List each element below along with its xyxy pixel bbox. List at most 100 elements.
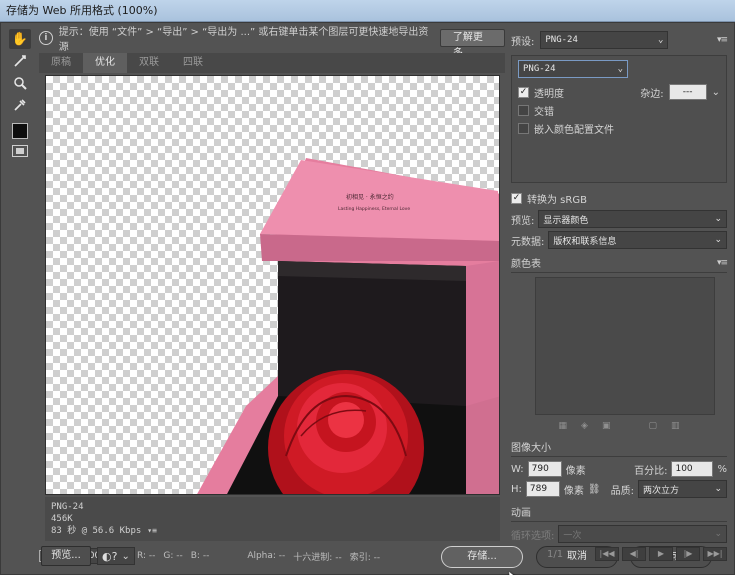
tool-strip: ✋ [9,27,35,177]
link-icon[interactable]: ⛓ [588,484,601,495]
info-format: PNG-24 [51,502,84,512]
tab-4-up[interactable]: 四联 [171,53,215,73]
preview-color-row: 预览: 显示器颜色 ⌄ [511,210,727,228]
quality-label: 品质: [610,485,634,497]
matte-label: 杂边: [640,88,664,100]
gift-box-rose-image: 初相见 · 永恒之约 Lasting Happiness, Eternal Lo… [197,158,499,494]
chevron-down-icon: ⌄ [657,35,664,45]
loop-value: 一次 [563,530,582,541]
toggle-slices-icon[interactable] [12,145,28,157]
eyedropper-icon[interactable] [9,95,31,115]
chevron-down-icon: ⌄ [714,484,722,494]
hand-icon[interactable]: ✋ [9,29,31,49]
color-table-title: 颜色表 [511,259,541,270]
status-hex: 十六进制: -- [293,552,342,563]
mouse-cursor [504,569,520,575]
eyedropper-color-swatch[interactable] [12,123,28,139]
trash-icon[interactable]: ▥ [671,421,680,431]
chevron-down-icon[interactable]: ⌄ [712,87,720,98]
box-sub-text: Lasting Happiness, Eternal Love [338,206,410,212]
metadata-select[interactable]: 版权和联系信息 ⌄ [548,231,727,249]
status-g: G: -- [163,551,183,561]
chevron-down-icon: ⌄ [617,64,623,74]
height-input[interactable]: 789 [525,481,560,497]
animation-header: 动画 [511,504,727,522]
info-size: 456K [51,514,73,524]
download-speed-menu-icon[interactable]: ▾≡ [147,525,157,537]
metadata-row: 元数据: 版权和联系信息 ⌄ [511,231,727,249]
new-color-icon[interactable]: ▢ [648,421,657,431]
height-unit: 像素 [563,485,584,497]
format-value: PNG-24 [523,64,556,74]
loop-row: 循环选项: 一次 ⌄ [511,525,727,543]
tab-optimized[interactable]: 优化 [83,53,127,73]
transparency-label: 透明度 [534,88,564,100]
play-icon: ▶ [649,547,673,561]
transparency-row: ✓ 透明度 杂边: --- ⌄ [518,84,720,100]
optimized-info: PNG-24 456K 83 秒 @ 56.6 Kbps ▾≡ [45,497,500,541]
prev-frame-icon: ◀| [622,547,646,561]
window-title: 存储为 Web 所用格式 (100%) [0,0,735,22]
convert-srgb-row: ✓ 转换为 sRGB [511,191,727,206]
interlaced-label: 交错 [534,107,554,118]
status-b: B: -- [190,551,210,561]
preset-select[interactable]: PNG-24 ⌄ [540,31,669,49]
format-select[interactable]: PNG-24 ⌄ [518,60,628,78]
next-frame-icon: |▶ [676,547,700,561]
hint-bar: i 提示：使用 “文件” > “导出” > “导出为 ...” 或右键单击某个图… [39,27,505,59]
status-r: R: -- [137,551,156,561]
height-row: H: 789 像素 ⛓ 品质: 两次立方 ⌄ [511,480,727,498]
embed-profile-checkbox[interactable] [518,123,529,134]
zoom-icon[interactable] [9,73,31,93]
preview-color-value: 显示器颜色 [543,215,589,226]
width-label: W: [511,463,524,475]
first-frame-icon: |◀◀ [595,547,619,561]
chevron-down-icon: ⌄ [121,550,130,562]
image-size-header: 图像大小 [511,439,727,457]
learn-more-button[interactable]: 了解更多 [439,29,505,59]
height-label: H: [511,483,522,495]
browser-icon: ◐? [102,549,118,563]
panel-menu-icon[interactable]: ▾≡ [717,35,728,45]
width-input[interactable]: 790 [527,461,562,477]
save-for-web-dialog: ✋ i 提示：使用 “文件” > “导出” > “导出为 ...” 或右键单击某… [0,22,735,575]
percent-label: 百分比: [634,465,668,477]
matte-select[interactable]: --- [668,84,707,100]
chevron-down-icon: ⌄ [714,235,722,245]
loop-label: 循环选项: [511,530,555,542]
convert-srgb-label: 转换为 sRGB [527,195,587,206]
width-unit: 像素 [565,465,586,477]
info-download-time: 83 秒 @ 56.6 Kbps [51,526,142,536]
format-settings: PNG-24 ⌄ ✓ 透明度 杂边: --- ⌄ 交错 嵌入颜色配置文件 [511,55,727,183]
preview-in-browser-button[interactable]: 预览... [41,546,91,566]
interlaced-checkbox[interactable] [518,105,529,116]
color-table-header: 颜色表 ▾≡ [511,255,728,273]
tab-2-up[interactable]: 双联 [127,53,171,73]
color-table-menu-icon[interactable]: ▾≡ [717,258,728,268]
interlaced-row: 交错 [518,103,720,118]
tab-original[interactable]: 原稿 [39,53,83,73]
map-color-icon[interactable]: ▦ [559,421,568,431]
convert-srgb-checkbox[interactable]: ✓ [511,193,522,204]
transparency-checkbox[interactable]: ✓ [518,86,529,98]
hint-text: 提示：使用 “文件” > “导出” > “导出为 ...” 或右键单击某个图层可… [58,27,429,53]
image-size-title: 图像大小 [511,443,551,454]
status-index: 索引: -- [349,552,381,563]
embed-profile-row: 嵌入颜色配置文件 [518,121,720,136]
chevron-down-icon: ⌄ [714,529,722,539]
color-table-toolbar: ▦ ◈ ▣ ▢ ▥ [511,421,727,431]
settings-panel: 预设: PNG-24 ⌄ ▾≡ PNG-24 ⌄ ✓ 透明度 杂边: --- ⌄… [511,27,728,561]
slice-select-icon[interactable] [9,51,31,71]
quality-select[interactable]: 两次立方 ⌄ [637,480,727,498]
browser-select[interactable]: ◐? ⌄ [97,547,135,565]
lock-color-icon[interactable]: ▣ [602,421,611,431]
animation-controls: 1/1 |◀◀ ◀| ▶ |▶ ▶▶| [511,547,727,561]
preset-value: PNG-24 [545,35,578,45]
percent-input[interactable]: 100 [671,461,714,477]
percent-unit: % [717,463,727,475]
width-row: W: 790 像素 百分比: 100 % [511,461,727,477]
preview-color-select[interactable]: 显示器颜色 ⌄ [538,210,727,228]
web-shift-icon[interactable]: ◈ [581,421,588,431]
embed-profile-label: 嵌入颜色配置文件 [534,125,614,136]
image-preview[interactable]: 初相见 · 永恒之约 Lasting Happiness, Eternal Lo… [45,75,500,495]
